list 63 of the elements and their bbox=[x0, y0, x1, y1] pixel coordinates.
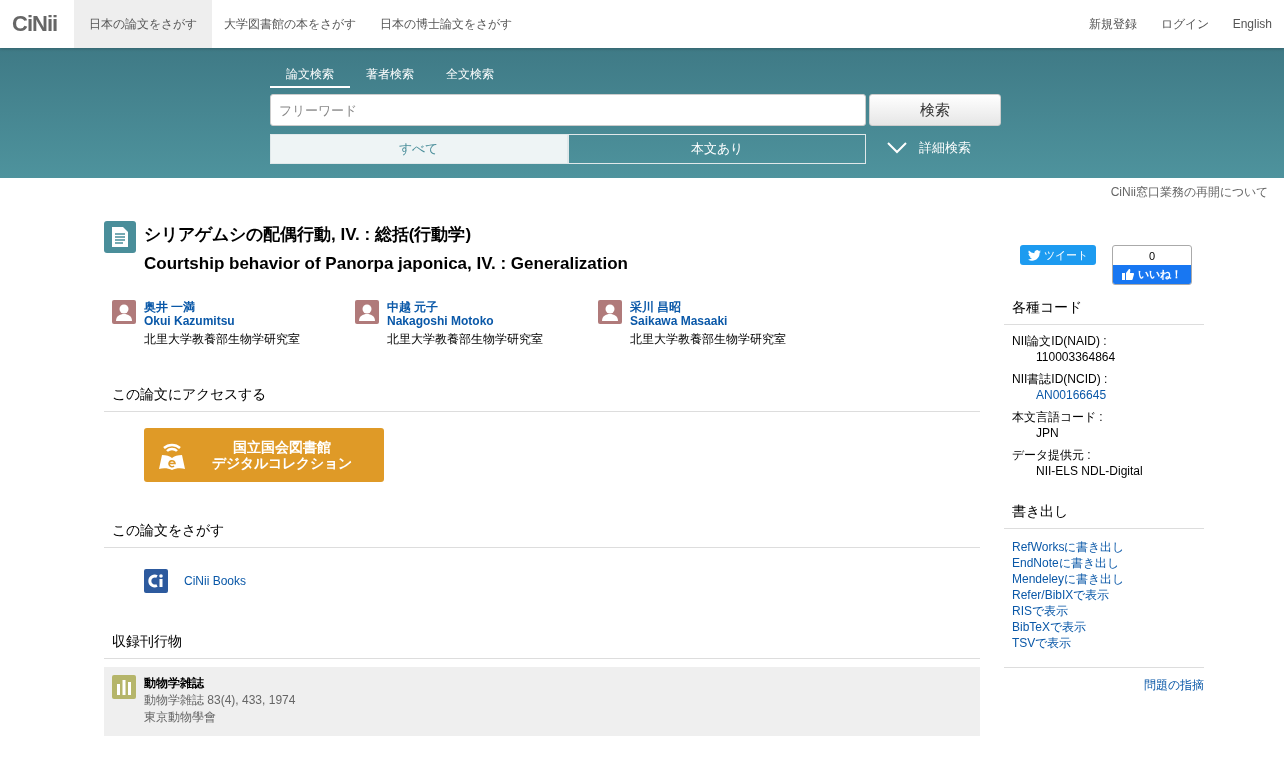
site-logo[interactable]: CiNii bbox=[0, 11, 75, 37]
journal-publisher: 東京動物學會 bbox=[144, 709, 217, 726]
code-value: 110003364864 bbox=[1035, 349, 1117, 365]
report-problem-link[interactable]: 問題の指摘 bbox=[1144, 677, 1204, 694]
article-title: シリアゲムシの配偶行動, IV. : 総括(行動学) bbox=[144, 224, 473, 246]
filter-tab[interactable]: すべて bbox=[269, 134, 568, 164]
code-label: データ提供元 : bbox=[1012, 447, 1092, 463]
ci-logo-icon bbox=[144, 569, 168, 593]
code-value-link[interactable]: AN00166645 bbox=[1012, 387, 1196, 403]
export-link[interactable]: TSVで表示 bbox=[1012, 635, 1196, 651]
author-affiliation: 北里大学教養部生物学研究室 bbox=[387, 332, 543, 346]
section-heading: 書き出し bbox=[1004, 503, 1204, 529]
section-heading: 収録刊行物 bbox=[104, 633, 980, 659]
article-title-english: Courtship behavior of Panorpa japonica, IV. : Generalization bbox=[144, 254, 628, 274]
section-heading: この論文をさがす bbox=[104, 522, 980, 548]
code-value: JPN bbox=[1035, 425, 1060, 441]
section-heading: 各種コード bbox=[1004, 299, 1204, 325]
code-label: NII書誌ID(NCID) : bbox=[1012, 371, 1109, 387]
filter-tab[interactable]: 本文あり bbox=[567, 134, 866, 164]
header-link[interactable]: English bbox=[1220, 0, 1284, 48]
person-icon bbox=[112, 300, 136, 324]
advanced-search-link[interactable]: 詳細検索 bbox=[886, 139, 971, 157]
cinii-books-link[interactable]: CiNii Books bbox=[184, 574, 246, 588]
author-name-link[interactable]: 奥井 一満 bbox=[144, 300, 300, 314]
author-affiliation: 北里大学教養部生物学研究室 bbox=[144, 332, 300, 346]
search-tab[interactable]: 論文検索 bbox=[269, 64, 350, 88]
bird-icon bbox=[1028, 249, 1041, 261]
search-tab[interactable]: 著者検索 bbox=[349, 64, 430, 88]
section-heading: この論文にアクセスする bbox=[104, 386, 980, 412]
search-field[interactable]: フリーワード bbox=[269, 94, 866, 126]
code-value: NII-ELS NDL-Digital bbox=[1035, 463, 1144, 479]
export-link[interactable]: BibTeXで表示 bbox=[1012, 619, 1196, 635]
like-button[interactable]: いいね！ bbox=[1113, 265, 1191, 284]
export-link[interactable]: Refer/BibIXで表示 bbox=[1012, 587, 1196, 603]
like-count: 0 bbox=[1147, 248, 1157, 264]
nav-tab[interactable]: 大学図書館の本をさがす bbox=[212, 0, 369, 48]
author-name-link[interactable]: Saikawa Masaaki bbox=[630, 314, 786, 328]
export-link[interactable]: EndNoteに書き出し bbox=[1012, 555, 1196, 571]
search-tab[interactable]: 全文検索 bbox=[429, 64, 510, 88]
code-label: NII論文ID(NAID) : bbox=[1012, 333, 1108, 349]
author-name-link[interactable]: Okui Kazumitsu bbox=[144, 314, 300, 328]
export-link[interactable]: RefWorksに書き出し bbox=[1012, 539, 1196, 555]
search-button[interactable]: 検索 bbox=[868, 94, 1001, 126]
code-label: 本文言語コード : bbox=[1012, 409, 1104, 425]
notice-link[interactable]: CiNii窓口業務の再開について bbox=[1110, 184, 1268, 201]
chevron-down-icon bbox=[886, 142, 907, 154]
nav-tab[interactable]: 日本の博士論文をさがす bbox=[368, 0, 525, 48]
author-affiliation: 北里大学教養部生物学研究室 bbox=[630, 332, 786, 346]
person-icon bbox=[355, 300, 379, 324]
header-link[interactable]: 新規登録 bbox=[1076, 0, 1149, 48]
author-name-link[interactable]: Nakagoshi Motoko bbox=[387, 314, 543, 328]
export-link[interactable]: Mendeleyに書き出し bbox=[1012, 571, 1196, 587]
export-link[interactable]: RISで表示 bbox=[1012, 603, 1196, 619]
header-link[interactable]: ログイン bbox=[1148, 0, 1221, 48]
journal-detail: 動物学雑誌 83(4), 433, 1974 bbox=[144, 692, 296, 709]
journal-title: 動物学雑誌 bbox=[144, 675, 205, 692]
nav-tab[interactable]: 日本の論文をさがす bbox=[74, 0, 213, 48]
thumbs-up-icon bbox=[1122, 269, 1134, 280]
journal-icon bbox=[112, 675, 136, 699]
author-name-link[interactable]: 中越 元子 bbox=[387, 300, 543, 314]
person-icon bbox=[598, 300, 622, 324]
author-name-link[interactable]: 采川 昌昭 bbox=[630, 300, 786, 314]
document-icon bbox=[104, 221, 136, 253]
